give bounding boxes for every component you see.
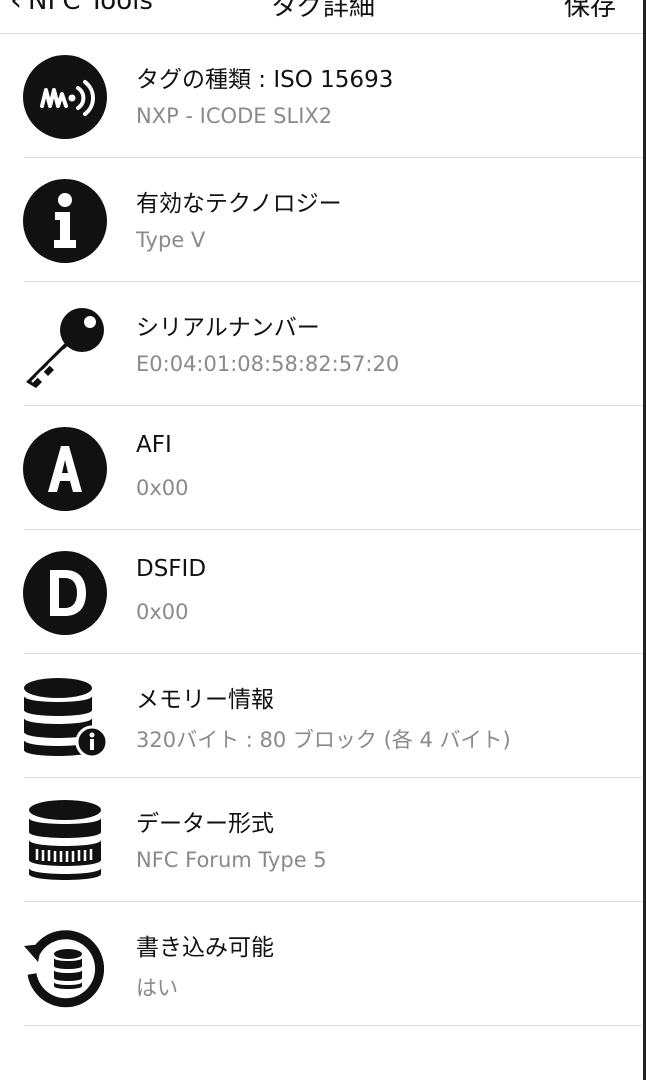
list-item-serial-number[interactable]: シリアルナンバー E0:04:01:08:58:82:57:20 [0, 282, 646, 406]
row-value: NXP - ICODE SLIX2 [136, 104, 333, 128]
row-label: メモリー情報 [136, 687, 274, 713]
info-icon [22, 178, 108, 264]
row-value: 0x00 [136, 600, 189, 624]
list-item-technology[interactable]: 有効なテクノロジー Type V [0, 158, 646, 282]
list-item-dsfid[interactable]: DSFID 0x00 [0, 530, 646, 654]
database-refresh-icon [22, 922, 108, 1008]
key-icon [22, 302, 108, 388]
letter-a-icon [22, 426, 108, 512]
letter-d-icon [22, 550, 108, 636]
database-format-icon [22, 798, 108, 884]
list-item-memory-info[interactable]: メモリー情報 320バイト : 80 ブロック (各 4 バイト) [0, 654, 646, 778]
row-value: はい [136, 976, 178, 1000]
database-info-icon [22, 674, 108, 760]
row-label: AFI [136, 432, 172, 458]
row-label: タグの種類 : ISO 15693 [136, 67, 394, 93]
navigation-bar: ‹ NFC Tools タグ詳細 保存 [0, 0, 646, 34]
row-label: DSFID [136, 556, 207, 582]
row-label: 書き込み可能 [136, 935, 274, 961]
tag-details-list: タグの種類 : ISO 15693 NXP - ICODE SLIX2 有効なテ… [0, 34, 646, 1026]
list-item-writable[interactable]: 書き込み可能 はい [0, 902, 646, 1026]
list-item-afi[interactable]: AFI 0x00 [0, 406, 646, 530]
row-label: 有効なテクノロジー [136, 191, 342, 217]
row-value: E0:04:01:08:58:82:57:20 [136, 352, 400, 376]
row-value: 320バイト : 80 ブロック (各 4 バイト) [136, 728, 511, 752]
list-item-data-format[interactable]: データー形式 NFC Forum Type 5 [0, 778, 646, 902]
row-label: データー形式 [136, 811, 274, 837]
row-value: Type V [136, 228, 206, 252]
row-value: 0x00 [136, 476, 189, 500]
row-value: NFC Forum Type 5 [136, 848, 327, 872]
save-button[interactable]: 保存 [564, 0, 616, 23]
row-label: シリアルナンバー [136, 315, 320, 341]
list-item-tag-type[interactable]: タグの種類 : ISO 15693 NXP - ICODE SLIX2 [0, 34, 646, 158]
page-title: タグ詳細 [270, 0, 375, 22]
nfc-signal-icon [22, 54, 108, 140]
